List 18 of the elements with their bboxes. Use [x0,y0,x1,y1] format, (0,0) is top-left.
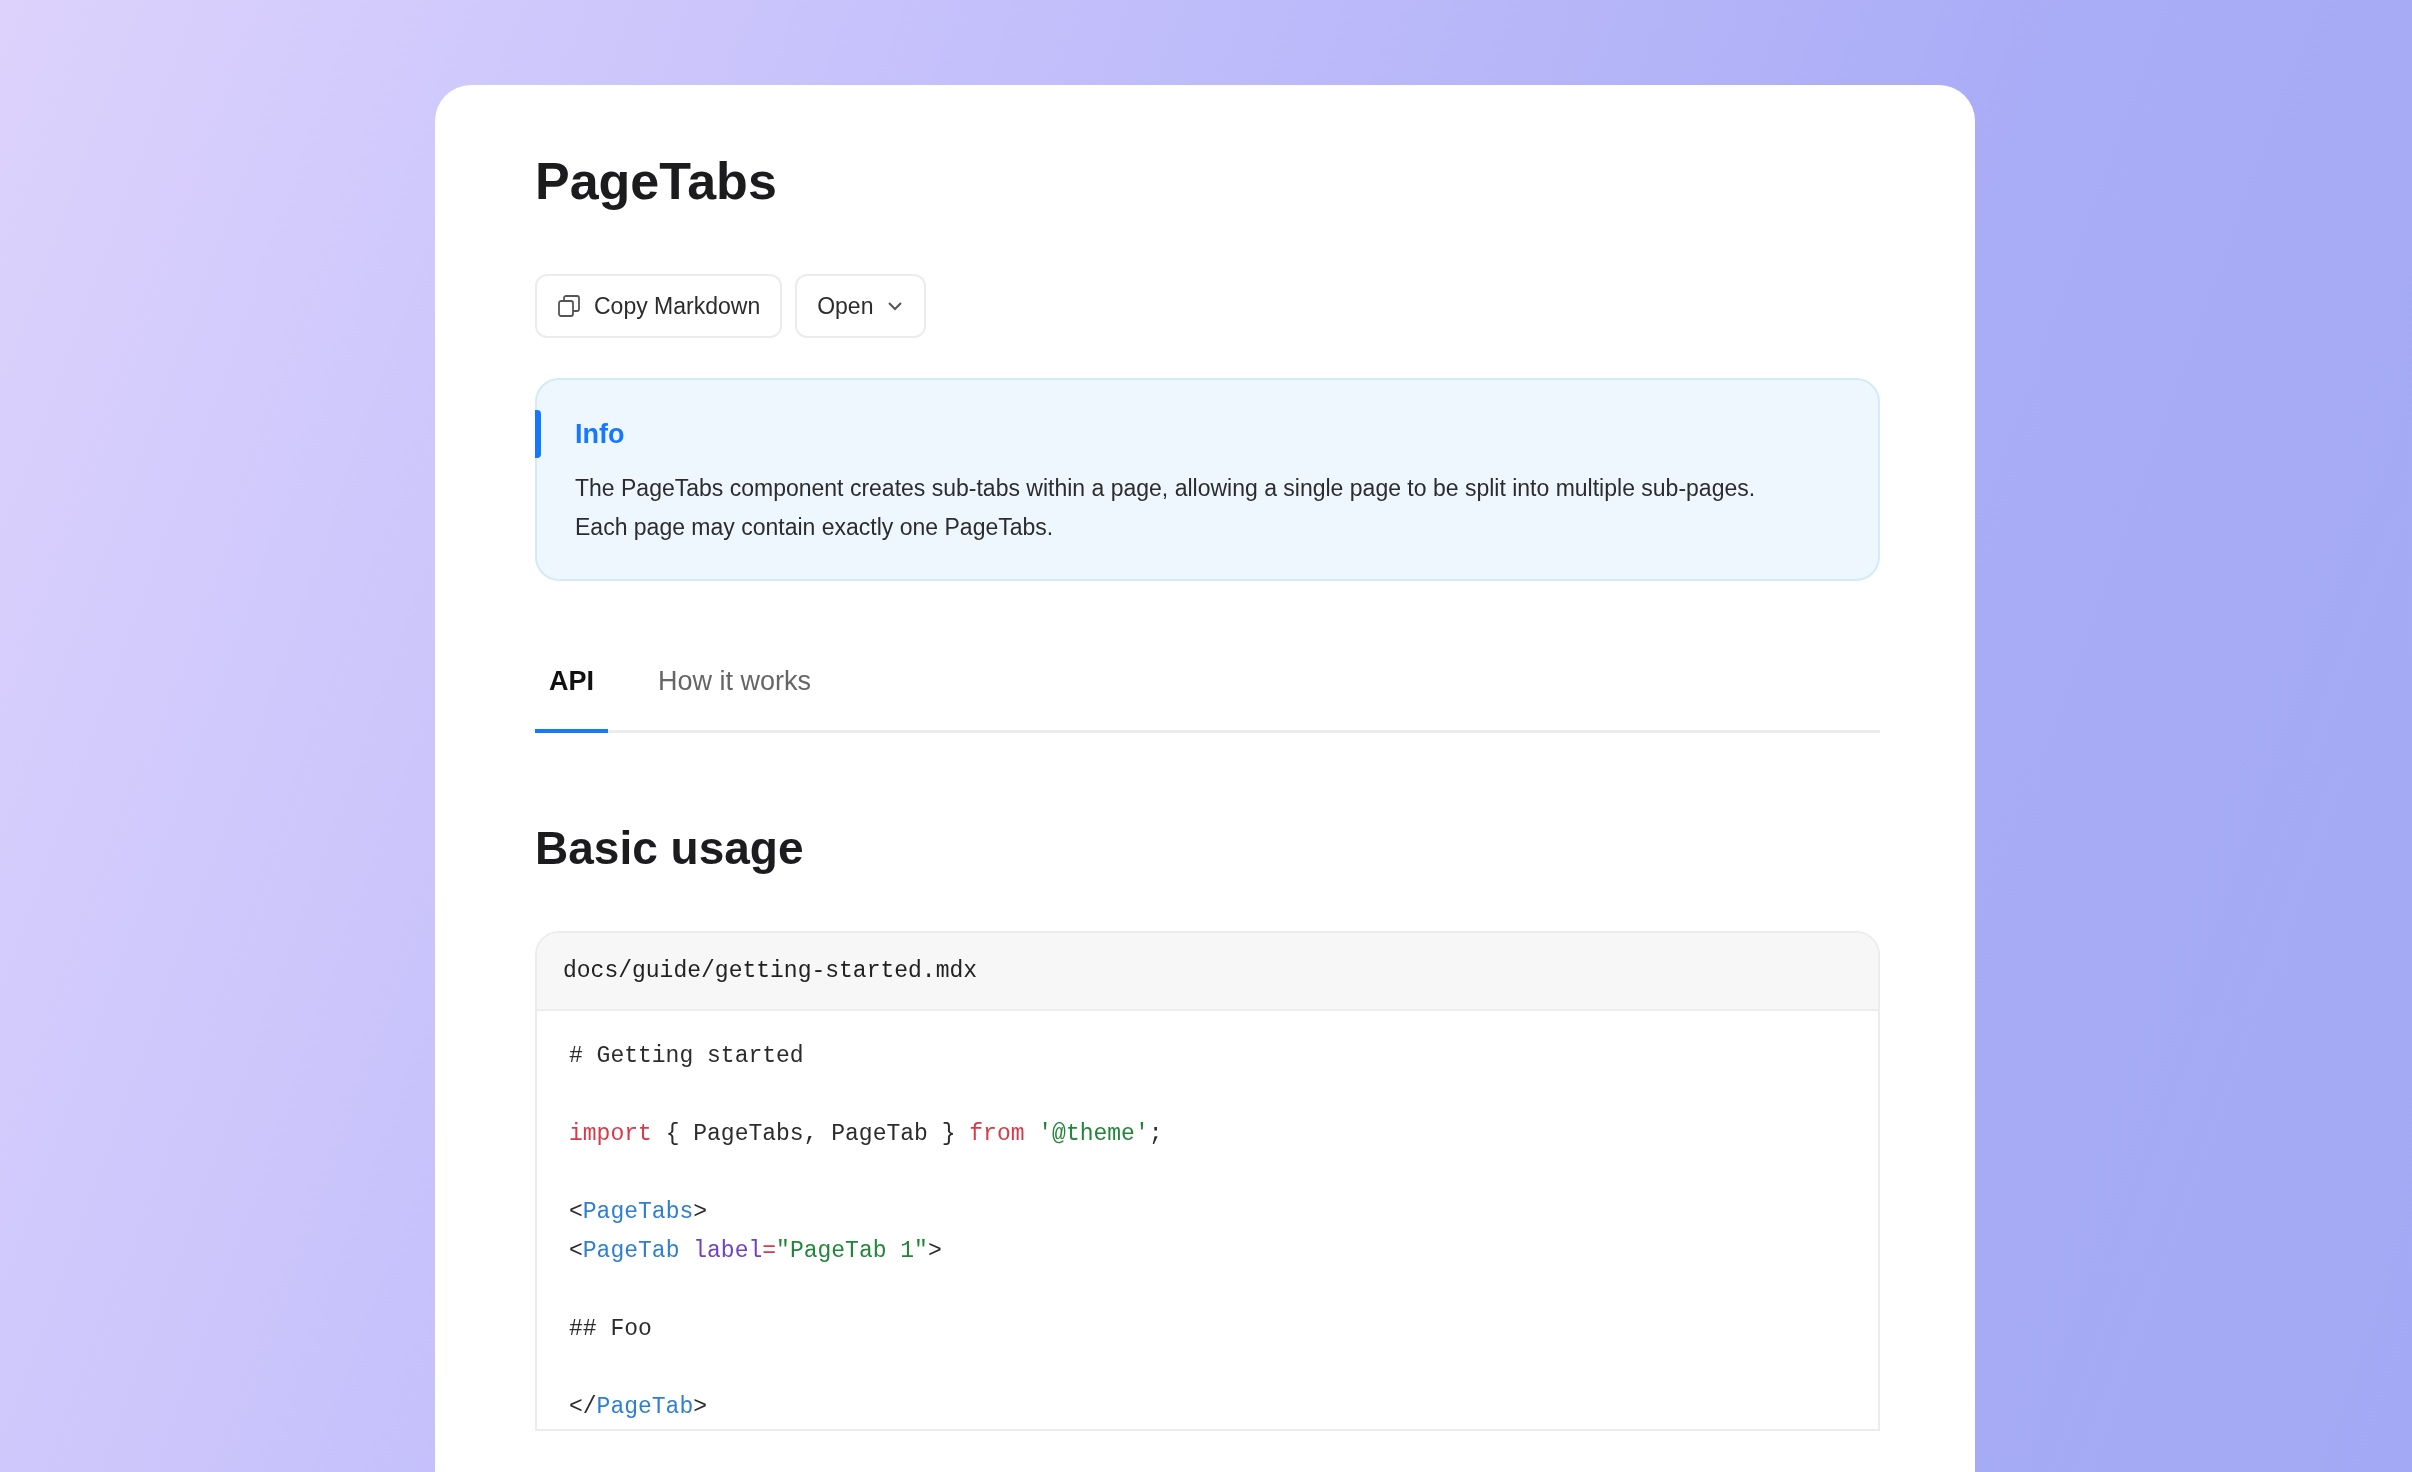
code-line: import { PageTabs, PageTab } from '@theme'; [569,1119,1163,1149]
tab[interactable]: API [535,632,608,733]
copy-markdown-button[interactable]: Copy Markdown [535,274,783,339]
page-title: PageTabs [535,151,777,212]
code-line: ## Foo [569,1314,652,1344]
code-filename: docs/guide/getting-started.mdx [563,956,978,986]
callout-text: The PageTabs component creates sub-tabs within a page, allowing a single page to be split into multiple sub-pages. Each page may contain exactly one PageTabs. [575,473,1757,542]
section-heading: Basic usage [535,820,804,876]
copy-icon [557,294,581,319]
code-line: # Getting started [569,1041,804,1071]
callout-accent-bar [535,410,541,459]
open-dropdown-button[interactable]: Open [795,274,927,339]
chevron-down-icon [886,300,905,313]
callout-title: Info [575,418,625,451]
code-line: <PageTabs> [569,1197,708,1227]
code-line: </PageTab> [569,1392,708,1422]
tab[interactable]: How it works [644,632,826,733]
code-line: <PageTab label="PageTab 1"> [569,1236,942,1266]
